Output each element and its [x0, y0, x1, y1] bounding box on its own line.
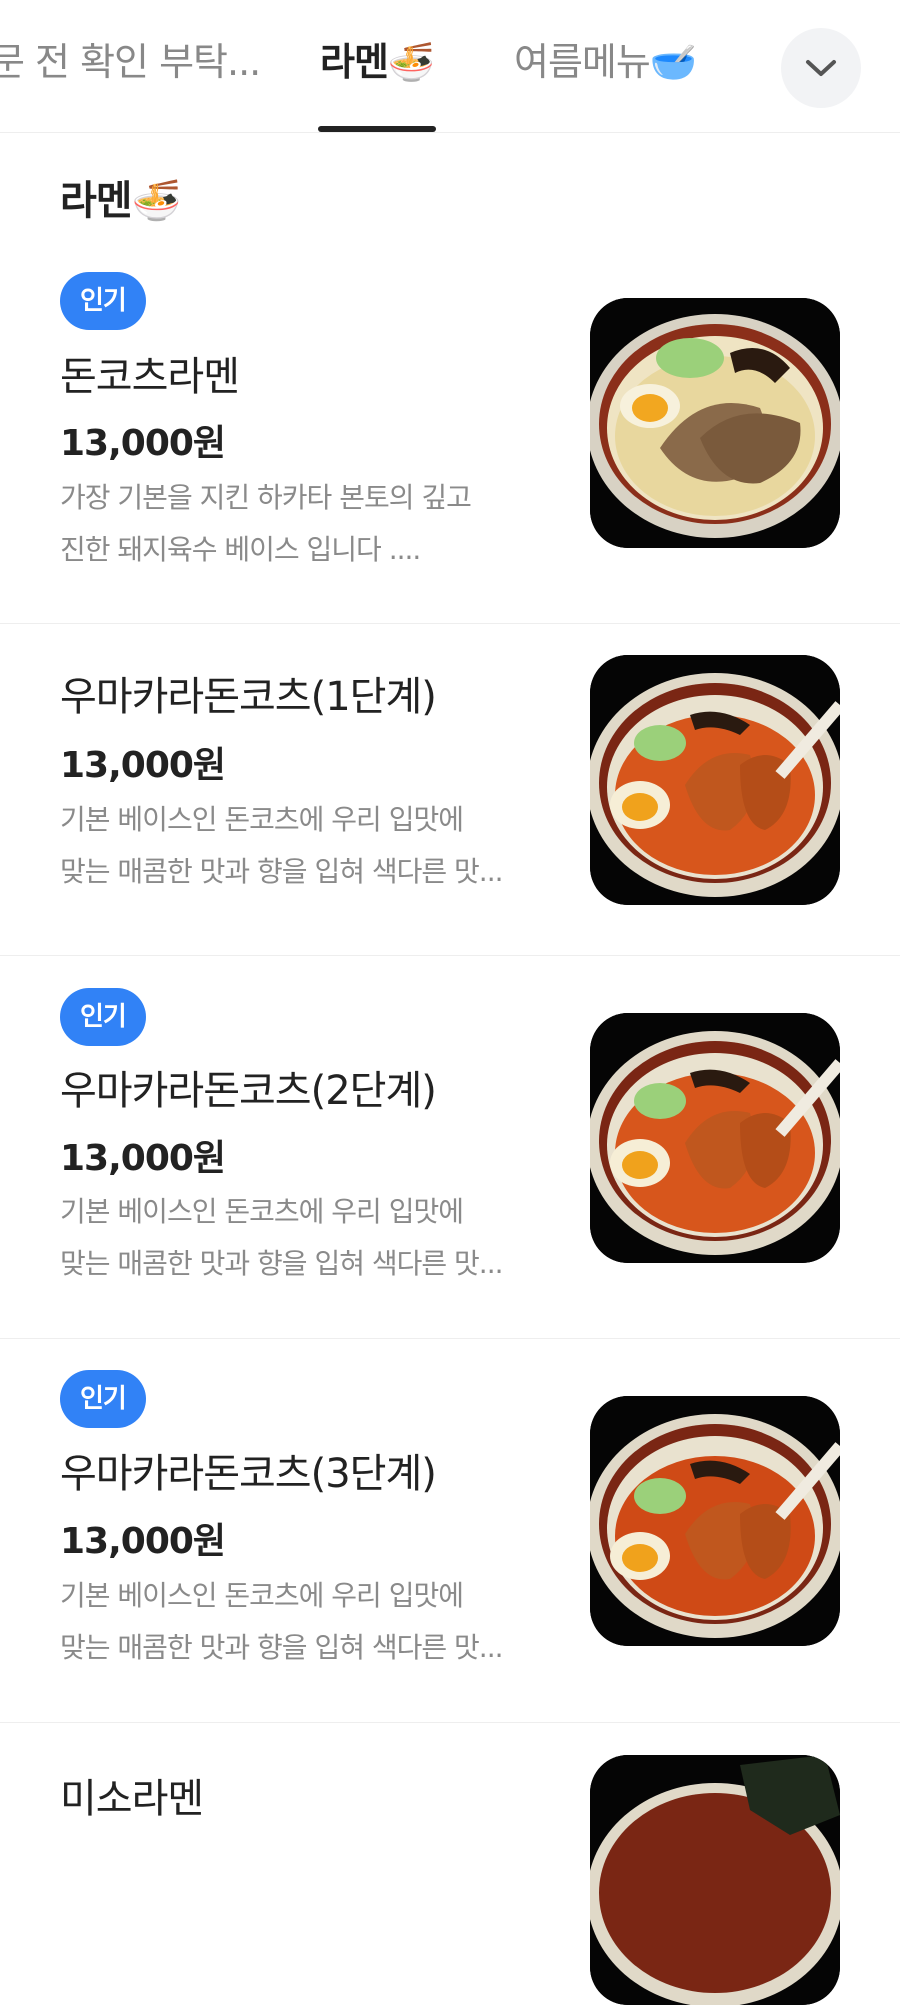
popular-badge: 인기 [60, 988, 146, 1046]
category-tabs: 문 전 확인 부탁... 라멘🍜 여름메뉴🥣 [0, 0, 900, 132]
description-line: 맞는 매콤한 맛과 향을 입혀 색다른 맛... [60, 1247, 504, 1280]
ramen-bowl-image [590, 1013, 840, 1263]
description-line: 진한 돼지육수 베이스 입니다 .... [60, 533, 421, 566]
tab-ramen[interactable]: 라멘🍜 [318, 0, 437, 132]
tab-label: 문 전 확인 부탁... [0, 40, 261, 84]
expand-categories-button[interactable] [781, 28, 861, 108]
menu-item-description: 기본 베이스인 돈코츠에 우리 입맛에 맞는 매콤한 맛과 향을 입혀 색다른 … [60, 794, 540, 898]
description-line: 기본 베이스인 돈코츠에 우리 입맛에 [60, 803, 464, 836]
description-line: 맞는 매콤한 맛과 향을 입혀 색다른 맛... [60, 1631, 504, 1664]
menu-item-photo[interactable] [590, 1755, 840, 2005]
ramen-bowl-image [590, 298, 840, 548]
tab-label: 라멘🍜 [320, 40, 435, 84]
menu-item-name: 우마카라돈코츠(3단계) [60, 1451, 437, 1497]
ramen-bowl-image [590, 1396, 840, 1646]
menu-item-name: 돈코츠라멘 [60, 354, 240, 400]
menu-item-name: 우마카라돈코츠(2단계) [60, 1068, 437, 1114]
popular-badge: 인기 [60, 1370, 146, 1428]
description-line: 기본 베이스인 돈코츠에 우리 입맛에 [60, 1579, 464, 1612]
menu-item-photo[interactable] [590, 1013, 840, 1263]
menu-item-description: 가장 기본을 지킨 하카타 본토의 깊고 진한 돼지육수 베이스 입니다 ...… [60, 472, 540, 576]
tab-summer-menu[interactable]: 여름메뉴🥣 [514, 0, 697, 130]
menu-item-name: 우마카라돈코츠(1단계) [60, 674, 437, 720]
active-tab-indicator [318, 126, 437, 132]
section-title: 라멘🍜 [60, 178, 181, 224]
category-tab-bar: 문 전 확인 부탁... 라멘🍜 여름메뉴🥣 [0, 0, 900, 133]
ramen-bowl-image [590, 655, 840, 905]
menu-item-photo[interactable] [590, 298, 840, 548]
item-divider [0, 1338, 900, 1339]
description-line: 맞는 매콤한 맛과 향을 입혀 색다른 맛... [60, 855, 504, 888]
ramen-bowl-image [590, 1755, 840, 2005]
item-divider [0, 623, 900, 624]
menu-item-photo[interactable] [590, 1396, 840, 1646]
chevron-down-icon [806, 60, 836, 76]
menu-item-price: 13,000원 [60, 1521, 226, 1562]
description-line: 가장 기본을 지킨 하카타 본토의 깊고 [60, 481, 472, 514]
description-line: 기본 베이스인 돈코츠에 우리 입맛에 [60, 1195, 464, 1228]
tab-label: 여름메뉴🥣 [514, 40, 697, 84]
menu-item-description: 기본 베이스인 돈코츠에 우리 입맛에 맞는 매콤한 맛과 향을 입혀 색다른 … [60, 1570, 540, 1674]
tab-notice[interactable]: 문 전 확인 부탁... [0, 0, 261, 130]
menu-item-price: 13,000원 [60, 1138, 226, 1179]
menu-item-description: 기본 베이스인 돈코츠에 우리 입맛에 맞는 매콤한 맛과 향을 입혀 색다른 … [60, 1186, 540, 1290]
menu-item-price: 13,000원 [60, 745, 226, 786]
item-divider [0, 1722, 900, 1723]
popular-badge: 인기 [60, 272, 146, 330]
menu-item-photo[interactable] [590, 655, 840, 905]
item-divider [0, 955, 900, 956]
menu-item-price: 13,000원 [60, 423, 226, 464]
menu-item-name: 미소라멘 [60, 1776, 204, 1822]
